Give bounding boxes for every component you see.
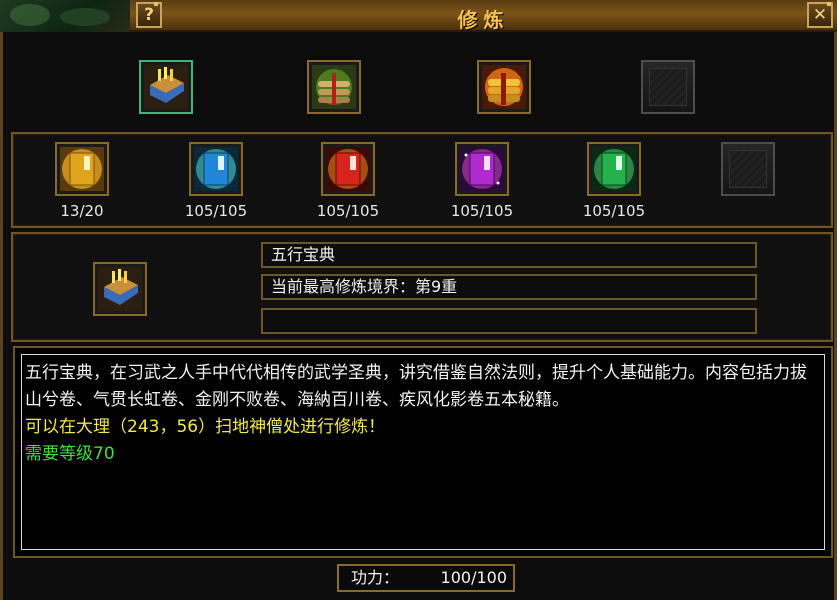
- realm-field: 当前最高修炼境界：第9重: [261, 274, 757, 300]
- chapter-count-blue: 105/105: [184, 202, 248, 220]
- power-value: 100/100: [440, 568, 507, 587]
- background-scenery: [0, 0, 130, 34]
- chapter-slot-yellow[interactable]: [55, 142, 109, 196]
- title-bar: ? 修炼 ✕: [130, 0, 837, 32]
- close-button[interactable]: ✕: [807, 2, 833, 28]
- location-hint: 可以在大理（243，56）扫地神僧处进行修炼！: [25, 417, 386, 437]
- description-body: 五行宝典，在习武之人手中代代相传的武学圣典，讲究借鉴自然法则，提升个人基础能力。…: [25, 363, 807, 410]
- description-text: 五行宝典，在习武之人手中代代相传的武学圣典，讲究借鉴自然法则，提升个人基础能力。…: [25, 360, 815, 468]
- chapter-count-yellow: 13/20: [60, 202, 104, 220]
- chapter-slot-empty[interactable]: [721, 142, 775, 196]
- category-slot-empty[interactable]: [641, 60, 695, 114]
- purple-manual-icon: [460, 147, 504, 191]
- window-title: 修炼: [457, 8, 510, 32]
- chapter-count-red: 105/105: [316, 202, 380, 220]
- book-name-field: 五行宝典: [261, 242, 757, 268]
- power-label: 功力：: [351, 568, 400, 587]
- category-slot-golden-scrolls[interactable]: [477, 60, 531, 114]
- chapter-count-purple: 105/105: [450, 202, 514, 220]
- category-slot-five-elements[interactable]: [139, 60, 193, 114]
- chapter-slot-blue[interactable]: [189, 142, 243, 196]
- extra-field: [261, 308, 757, 334]
- blue-manual-icon: [194, 147, 238, 191]
- power-box: 功力： 100/100: [337, 564, 515, 592]
- description-panel: 五行宝典，在习武之人手中代代相传的武学圣典，讲究借鉴自然法则，提升个人基础能力。…: [13, 346, 833, 558]
- category-slot-bamboo-scrolls[interactable]: [307, 60, 361, 114]
- green-manual-icon: [592, 147, 636, 191]
- level-requirement: 需要等级70: [25, 444, 115, 464]
- chapter-slot-green[interactable]: [587, 142, 641, 196]
- red-manual-icon: [326, 147, 370, 191]
- chapter-slot-red[interactable]: [321, 142, 375, 196]
- bamboo-scroll-bundle-icon: [312, 65, 356, 109]
- chapter-panel: [11, 132, 833, 228]
- cultivation-window: 13/20 105/105 105/105 105/105 105/105 五行…: [0, 32, 837, 600]
- chapter-count-green: 105/105: [582, 202, 646, 220]
- golden-scroll-bundle-icon: [482, 65, 526, 109]
- yellow-manual-icon: [60, 147, 104, 191]
- chapter-slot-purple[interactable]: [455, 142, 509, 196]
- five-elements-book-icon: [144, 65, 188, 109]
- five-elements-book-icon: [98, 267, 142, 311]
- detail-book-slot: [93, 262, 147, 316]
